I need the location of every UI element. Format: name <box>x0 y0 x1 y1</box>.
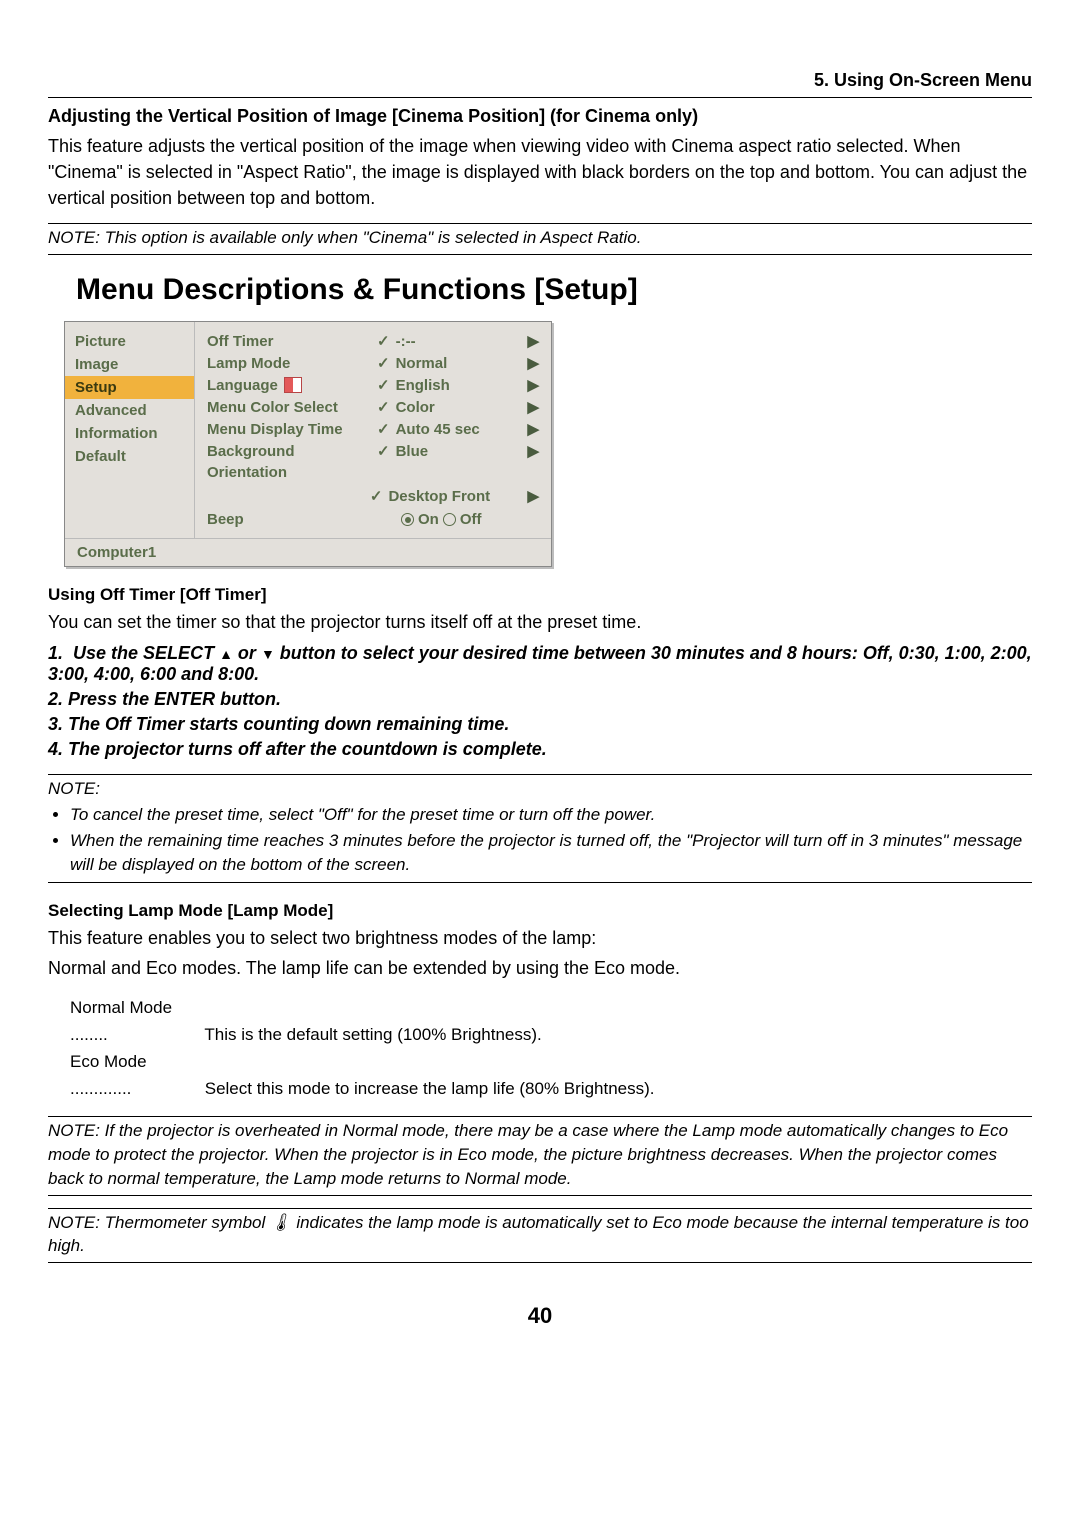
radio-icon <box>401 513 414 526</box>
osd-nav: Picture Image Setup Advanced Information… <box>65 322 195 538</box>
chevron-right-icon: ▶ <box>523 487 539 505</box>
triangle-down-icon: ▼ <box>261 646 275 662</box>
osd-nav-information[interactable]: Information <box>65 422 194 445</box>
note-bullet: To cancel the preset time, select "Off" … <box>70 803 1032 827</box>
beep-on-radio[interactable]: On <box>401 511 439 528</box>
lamp-mode-table: Normal Mode ........ This is the default… <box>70 994 1032 1103</box>
radio-icon <box>443 513 456 526</box>
step-1: 1. Use the SELECT ▲ or ▼ button to selec… <box>48 643 1032 685</box>
chevron-right-icon: ▶ <box>523 420 539 438</box>
osd-window: Picture Image Setup Advanced Information… <box>64 321 552 567</box>
osd-row-menu-color[interactable]: Menu Color Select Color ▶ <box>207 396 539 418</box>
osd-value: -:-- <box>396 333 416 350</box>
osd-row-off-timer[interactable]: Off Timer -:-- ▶ <box>207 330 539 352</box>
note-bullet: When the remaining time reaches 3 minute… <box>70 829 1032 877</box>
chevron-right-icon: ▶ <box>523 442 539 460</box>
breadcrumb: 5. Using On-Screen Menu <box>48 70 1032 98</box>
osd-row-orientation-value[interactable]: Desktop Front ▶ <box>207 483 539 509</box>
osd-row-menu-display-time[interactable]: Menu Display Time Auto 45 sec ▶ <box>207 418 539 440</box>
osd-nav-default[interactable]: Default <box>65 445 194 468</box>
normal-mode-label: Normal Mode ........ <box>70 994 200 1048</box>
check-icon <box>377 376 392 394</box>
off-timer-note: NOTE: To cancel the preset time, select … <box>48 774 1032 883</box>
eco-mode-desc: Select this mode to increase the lamp li… <box>205 1079 655 1098</box>
beep-off-radio[interactable]: Off <box>443 511 482 528</box>
osd-row-language[interactable]: Language English ▶ <box>207 374 539 396</box>
osd-value: Normal <box>396 355 448 372</box>
setup-heading: Menu Descriptions & Functions [Setup] <box>76 273 1032 307</box>
osd-value: Blue <box>396 443 429 460</box>
lamp-note-1: NOTE: If the projector is overheated in … <box>48 1116 1032 1195</box>
check-icon <box>377 442 392 460</box>
eco-mode-label: Eco Mode ............. <box>70 1048 200 1102</box>
osd-label: Menu Display Time <box>207 421 377 438</box>
osd-nav-setup[interactable]: Setup <box>65 376 194 399</box>
thermometer-icon: 🌡 <box>270 1213 292 1232</box>
osd-value: Auto 45 sec <box>396 421 480 438</box>
triangle-up-icon: ▲ <box>219 646 233 662</box>
osd-row-orientation-label: Orientation <box>207 462 539 483</box>
lamp-note-2: NOTE: Thermometer symbol 🌡 indicates the… <box>48 1208 1032 1264</box>
cinema-heading: Adjusting the Vertical Position of Image… <box>48 106 1032 127</box>
check-icon <box>377 332 392 350</box>
check-icon <box>377 420 392 438</box>
osd-nav-image[interactable]: Image <box>65 353 194 376</box>
osd-label: Menu Color Select <box>207 399 377 416</box>
lamp-p1: This feature enables you to select two b… <box>48 925 1032 951</box>
osd-value: Desktop Front <box>388 488 490 505</box>
osd-label: Off Timer <box>207 333 377 350</box>
chevron-right-icon: ▶ <box>523 376 539 394</box>
osd-value: English <box>396 377 450 394</box>
page: 5. Using On-Screen Menu Adjusting the Ve… <box>0 0 1080 1526</box>
step-3: 3. The Off Timer starts counting down re… <box>48 714 1032 735</box>
check-icon <box>370 487 385 505</box>
off-timer-heading: Using Off Timer [Off Timer] <box>48 585 1032 605</box>
osd-footer: Computer1 <box>65 538 551 566</box>
check-icon <box>377 398 392 416</box>
step-4: 4. The projector turns off after the cou… <box>48 739 1032 760</box>
cinema-note: NOTE: This option is available only when… <box>48 223 1032 255</box>
osd-row-beep[interactable]: Beep On Off <box>207 509 539 530</box>
chevron-right-icon: ▶ <box>523 332 539 350</box>
note-label: NOTE: <box>48 779 100 798</box>
off-timer-paragraph: You can set the timer so that the projec… <box>48 609 1032 635</box>
osd-nav-advanced[interactable]: Advanced <box>65 399 194 422</box>
lamp-p2: Normal and Eco modes. The lamp life can … <box>48 955 1032 981</box>
cinema-paragraph: This feature adjusts the vertical positi… <box>48 133 1032 211</box>
osd-row-lamp-mode[interactable]: Lamp Mode Normal ▶ <box>207 352 539 374</box>
chevron-right-icon: ▶ <box>523 398 539 416</box>
osd-label: Orientation <box>207 464 377 481</box>
osd-value: Color <box>396 399 435 416</box>
osd-label: Lamp Mode <box>207 355 377 372</box>
normal-mode-desc: This is the default setting (100% Bright… <box>204 1025 541 1044</box>
osd-label: Language <box>207 377 377 394</box>
check-icon <box>377 354 392 372</box>
osd-panel: Off Timer -:-- ▶ Lamp Mode Normal ▶ Lang… <box>195 322 551 538</box>
page-number: 40 <box>48 1303 1032 1329</box>
chevron-right-icon: ▶ <box>523 354 539 372</box>
osd-label: Background <box>207 443 377 460</box>
step-2: 2. Press the ENTER button. <box>48 689 1032 710</box>
off-timer-steps: 1. Use the SELECT ▲ or ▼ button to selec… <box>48 643 1032 760</box>
lamp-heading: Selecting Lamp Mode [Lamp Mode] <box>48 901 1032 921</box>
osd-nav-picture[interactable]: Picture <box>65 330 194 353</box>
language-flag-icon <box>284 377 302 393</box>
osd-label: Beep <box>207 511 377 528</box>
osd-row-background[interactable]: Background Blue ▶ <box>207 440 539 462</box>
